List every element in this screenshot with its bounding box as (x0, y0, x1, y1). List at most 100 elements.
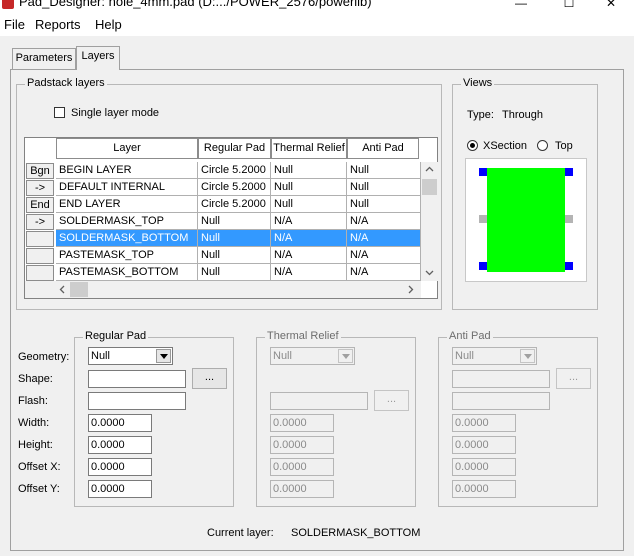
width-label: Width: (18, 417, 50, 429)
column-header-anti-pad[interactable]: Anti Pad (347, 138, 419, 159)
anti-shape-input (452, 370, 550, 388)
table-cell-regular[interactable]: Circle 5.2000 (198, 162, 271, 179)
table-cell-thermal[interactable]: Null (271, 162, 347, 179)
regular-pad-label: Regular Pad (83, 330, 149, 342)
anti-geometry-select: Null (452, 347, 537, 365)
table-cell-regular[interactable]: Null (198, 264, 271, 281)
table-cell-regular[interactable]: Null (198, 247, 271, 264)
regular-offset-y-input[interactable]: 0.0000 (88, 480, 152, 498)
scroll-corner (25, 281, 53, 298)
vertical-scrollbar[interactable] (421, 162, 438, 281)
table-cell-layer[interactable]: SOLDERMASK_TOP (56, 213, 198, 230)
current-layer-label: Current layer: (207, 527, 274, 539)
row-button[interactable] (26, 265, 54, 281)
table-cell-regular-selected[interactable]: Null (198, 230, 271, 247)
menu-reports[interactable]: Reports (35, 17, 81, 32)
table-cell-regular[interactable]: Null (198, 213, 271, 230)
row-button-arrow[interactable]: -> (26, 214, 54, 230)
table-cell-thermal[interactable]: N/A (271, 247, 347, 264)
regular-flash-input[interactable] (88, 392, 186, 410)
row-button-end[interactable]: End (26, 197, 54, 213)
vertical-scroll-thumb[interactable] (422, 179, 437, 195)
column-header-regular-pad[interactable]: Regular Pad (198, 138, 271, 159)
tab-layers[interactable]: Layers (76, 46, 120, 70)
type-value: Through (502, 109, 543, 121)
table-cell-layer[interactable]: BEGIN LAYER (56, 162, 198, 179)
table-cell-anti[interactable]: N/A (347, 247, 421, 264)
table-cell-anti[interactable]: Null (347, 196, 421, 213)
anti-offset-y-input: 0.0000 (452, 480, 516, 498)
thermal-geometry-select: Null (270, 347, 355, 365)
table-cell-layer[interactable]: DEFAULT INTERNAL (56, 179, 198, 196)
table-cell-thermal[interactable]: N/A (271, 213, 347, 230)
pad-marker (479, 168, 487, 176)
table-cell-layer-selected[interactable]: SOLDERMASK_BOTTOM (56, 230, 198, 247)
table-cell-anti[interactable]: Null (347, 179, 421, 196)
close-button[interactable]: ✕ (588, 0, 634, 12)
pad-marker (565, 168, 573, 176)
anti-geometry-value: Null (455, 350, 474, 362)
thermal-geometry-value: Null (273, 350, 292, 362)
anti-width-input: 0.0000 (452, 414, 516, 432)
regular-geometry-value: Null (91, 350, 110, 362)
menu-help[interactable]: Help (95, 17, 122, 32)
maximize-button[interactable]: ☐ (546, 0, 592, 12)
scroll-right-arrow-icon[interactable] (408, 285, 414, 294)
xsection-radio[interactable] (467, 140, 478, 151)
chevron-down-icon (338, 349, 353, 363)
padstack-layers-table: Layer Regular Pad Thermal Relief Anti Pa… (24, 137, 438, 299)
single-layer-mode-checkbox[interactable] (54, 107, 65, 118)
menu-file[interactable]: File (4, 17, 25, 32)
current-layer-value: SOLDERMASK_BOTTOM (291, 527, 421, 539)
table-cell-thermal[interactable]: Null (271, 179, 347, 196)
table-cell-regular[interactable]: Circle 5.2000 (198, 196, 271, 213)
regular-height-input[interactable]: 0.0000 (88, 436, 152, 454)
row-button[interactable] (26, 231, 54, 247)
table-cell-anti-selected[interactable]: N/A (347, 230, 421, 247)
height-label: Height: (18, 439, 53, 451)
thermal-flash-browse-button: ... (374, 390, 409, 411)
table-cell-regular[interactable]: Circle 5.2000 (198, 179, 271, 196)
offset-x-label: Offset X: (18, 461, 61, 473)
regular-offset-x-input[interactable]: 0.0000 (88, 458, 152, 476)
offset-y-label: Offset Y: (18, 483, 60, 495)
tab-parameters[interactable]: Parameters (12, 48, 76, 69)
table-cell-anti[interactable]: Null (347, 162, 421, 179)
table-cell-anti[interactable]: N/A (347, 213, 421, 230)
thermal-offset-x-input: 0.0000 (270, 458, 334, 476)
window-title: Pad_Designer: hole_4mm.pad (D:.../POWER_… (19, 0, 372, 9)
table-cell-thermal[interactable]: N/A (271, 264, 347, 281)
table-cell-layer[interactable]: PASTEMASK_BOTTOM (56, 264, 198, 281)
scroll-up-arrow-icon[interactable] (425, 166, 434, 172)
row-button[interactable] (26, 248, 54, 264)
shape-label: Shape: (18, 373, 53, 385)
regular-shape-input[interactable] (88, 370, 186, 388)
scroll-down-arrow-icon[interactable] (425, 270, 434, 276)
table-cell-layer[interactable]: END LAYER (56, 196, 198, 213)
regular-geometry-select[interactable]: Null (88, 347, 173, 365)
thermal-width-input: 0.0000 (270, 414, 334, 432)
minimize-button[interactable]: — (498, 0, 544, 12)
anti-flash-input (452, 392, 550, 410)
table-cell-thermal[interactable]: Null (271, 196, 347, 213)
column-header-thermal-relief[interactable]: Thermal Relief (271, 138, 347, 159)
table-cell-layer[interactable]: PASTEMASK_TOP (56, 247, 198, 264)
anti-shape-browse-button: ... (556, 368, 591, 389)
regular-shape-browse-button[interactable]: ... (192, 368, 227, 389)
horizontal-scrollbar[interactable] (53, 281, 421, 298)
regular-width-input[interactable]: 0.0000 (88, 414, 152, 432)
type-label: Type: (467, 109, 494, 121)
column-header-layer[interactable]: Layer (56, 138, 198, 159)
row-button-bgn[interactable]: Bgn (26, 163, 54, 179)
table-cell-thermal-selected[interactable]: N/A (271, 230, 347, 247)
horizontal-scroll-thumb[interactable] (70, 282, 88, 297)
table-cell-anti[interactable]: N/A (347, 264, 421, 281)
top-label: Top (555, 140, 573, 152)
pad-marker (565, 262, 573, 270)
chevron-down-icon[interactable] (156, 349, 171, 363)
chevron-down-icon (520, 349, 535, 363)
row-button-arrow[interactable]: -> (26, 180, 54, 196)
scroll-left-arrow-icon[interactable] (59, 285, 65, 294)
top-radio[interactable] (537, 140, 548, 151)
pad-cross-section (487, 168, 565, 272)
